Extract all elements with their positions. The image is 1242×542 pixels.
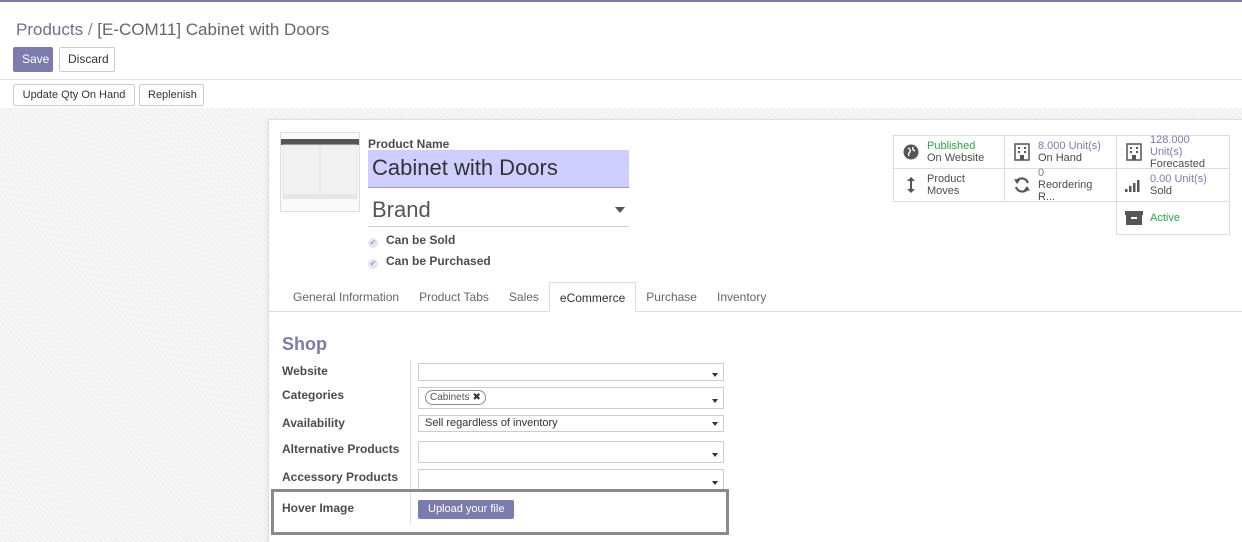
forecasted-value: 128.000 Unit(s): [1150, 134, 1190, 158]
chevron-down-icon: [712, 422, 718, 426]
sold-button[interactable]: 0.00 Unit(s) Sold: [1116, 168, 1230, 202]
published-label: On Website: [927, 152, 985, 164]
on-hand-value: 8.000 Unit(s): [1038, 140, 1101, 152]
sold-label: Sold: [1150, 185, 1173, 197]
availability-value: Sell regardless of inventory: [425, 417, 558, 429]
chevron-down-icon: [712, 373, 718, 377]
categories-select[interactable]: Cabinets ✖: [418, 387, 724, 409]
breadcrumb-parent[interactable]: Products: [16, 20, 83, 39]
can-be-purchased-label: Can be Purchased: [386, 254, 491, 268]
active-label: Active: [1150, 212, 1180, 224]
check-icon: ✔: [368, 259, 378, 269]
accessory-products-select[interactable]: [418, 469, 724, 491]
tab-sales[interactable]: Sales: [499, 282, 549, 312]
control-panel: Products / [E-COM11] Cabinet with Doors …: [0, 2, 1242, 108]
chevron-down-icon: [712, 481, 718, 485]
arrows-v-icon: [900, 176, 922, 194]
refresh-icon: [1011, 177, 1033, 193]
control-panel-divider: [0, 79, 1242, 80]
product-name-label: Product Name: [368, 137, 450, 151]
can-be-purchased-checkbox[interactable]: ✔ Can be Purchased: [368, 254, 491, 269]
tab-ecommerce[interactable]: eCommerce: [548, 282, 637, 312]
availability-label: Availability: [282, 416, 345, 430]
availability-select[interactable]: Sell regardless of inventory: [418, 415, 724, 432]
reordering-label: Reordering R...: [1038, 179, 1093, 203]
website-select[interactable]: [418, 363, 724, 381]
save-button[interactable]: Save: [13, 47, 53, 72]
sold-value: 0.00 Unit(s): [1150, 173, 1207, 185]
update-qty-button[interactable]: Update Qty On Hand: [13, 84, 135, 106]
signal-icon: [1123, 178, 1145, 192]
shop-section-title: Shop: [282, 334, 327, 354]
notebook-tabs: General Information Product Tabs Sales e…: [283, 282, 776, 312]
brand-select[interactable]: Brand: [368, 194, 629, 227]
breadcrumb-current: [E-COM11] Cabinet with Doors: [97, 20, 330, 39]
alternative-products-label: Alternative Products: [282, 442, 400, 456]
replenish-button[interactable]: Replenish: [139, 84, 204, 106]
reordering-button[interactable]: 0 Reordering R...: [1004, 167, 1117, 203]
active-toggle-button[interactable]: Active: [1116, 201, 1230, 235]
tab-inventory[interactable]: Inventory: [707, 282, 776, 312]
globe-icon: [900, 144, 922, 160]
forecasted-button[interactable]: 128.000 Unit(s) Forecasted: [1116, 134, 1230, 170]
tab-product-tabs[interactable]: Product Tabs: [409, 282, 499, 312]
tab-purchase[interactable]: Purchase: [636, 282, 707, 312]
can-be-sold-label: Can be Sold: [386, 233, 456, 247]
check-icon: ✔: [368, 238, 378, 248]
archive-icon: [1123, 210, 1145, 226]
chevron-down-icon: [615, 207, 625, 213]
published-button[interactable]: Published On Website: [893, 135, 1005, 169]
chevron-down-icon: [712, 453, 718, 457]
chevron-down-icon: [712, 399, 718, 403]
published-status: Published: [927, 140, 976, 152]
category-tag[interactable]: Cabinets ✖: [425, 390, 486, 405]
product-moves-label: Product Moves: [927, 173, 965, 197]
reordering-value: 0: [1038, 167, 1045, 179]
stat-buttons: Published On Website 8.000 Unit(s) On Hand…: [893, 134, 1231, 235]
remove-tag-icon[interactable]: ✖: [472, 392, 480, 403]
hover-image-label: Hover Image: [282, 501, 355, 515]
on-hand-label: On Hand: [1038, 152, 1083, 164]
cabinet-image: [281, 139, 359, 199]
product-name-input[interactable]: Cabinet with Doors: [368, 150, 629, 188]
website-label: Website: [282, 364, 328, 378]
categories-label: Categories: [282, 388, 345, 402]
breadcrumb: Products / [E-COM11] Cabinet with Doors: [16, 20, 329, 40]
alternative-products-select[interactable]: [418, 441, 724, 463]
breadcrumb-separator: /: [87, 20, 93, 39]
building-icon: [1011, 143, 1033, 161]
building-icon: [1123, 143, 1145, 161]
category-tag-label: Cabinets: [430, 392, 470, 403]
product-image[interactable]: [280, 132, 360, 212]
upload-file-button[interactable]: Upload your file: [418, 500, 515, 519]
brand-placeholder: Brand: [372, 197, 431, 222]
on-hand-button[interactable]: 8.000 Unit(s) On Hand: [1004, 135, 1117, 169]
can-be-sold-checkbox[interactable]: ✔ Can be Sold: [368, 233, 455, 248]
form-sheet: Product Name Cabinet with Doors Brand ✔ C…: [268, 119, 1242, 542]
product-moves-button[interactable]: Product Moves: [893, 168, 1005, 202]
tab-general-information[interactable]: General Information: [283, 282, 409, 312]
accessory-products-label: Accessory Products: [282, 470, 399, 484]
discard-button[interactable]: Discard: [59, 47, 115, 72]
